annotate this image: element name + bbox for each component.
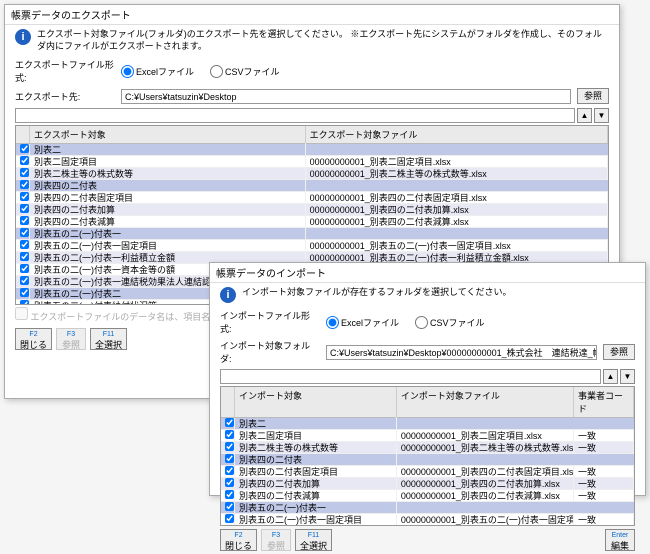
info-icon: i: [15, 29, 31, 45]
ref-button: F3参照: [56, 328, 86, 350]
folder-label: インポート対象フォルダ:: [220, 339, 320, 365]
row-checkbox[interactable]: [225, 430, 234, 439]
browse-button[interactable]: 参照: [577, 88, 609, 104]
radio-excel[interactable]: Excelファイル: [121, 65, 194, 78]
up-button[interactable]: ▲: [577, 108, 592, 123]
folder-path-input[interactable]: C:¥Users¥tatsuzin¥Desktop¥00000000001_株式…: [326, 345, 597, 360]
row-checkbox[interactable]: [20, 192, 29, 201]
row-checkbox[interactable]: [20, 276, 29, 285]
select-all-button[interactable]: F11全選択: [295, 529, 332, 551]
row-checkbox[interactable]: [225, 466, 234, 475]
dest-label: エクスポート先:: [15, 90, 115, 103]
row-checkbox[interactable]: [20, 288, 29, 297]
row-checkbox[interactable]: [20, 204, 29, 213]
row-checkbox[interactable]: [225, 442, 234, 451]
down-button[interactable]: ▼: [594, 108, 609, 123]
col-file: インポート対象ファイル: [397, 387, 574, 417]
row-checkbox[interactable]: [20, 180, 29, 189]
col-target: エクスポート対象: [30, 126, 306, 143]
filter-input[interactable]: [15, 108, 575, 123]
row-checkbox[interactable]: [225, 490, 234, 499]
col-code: 事業者コード: [574, 387, 634, 417]
filter-input[interactable]: [220, 369, 601, 384]
row-file: 00000000001_別表二株主等の株式数等.xlsx: [306, 167, 608, 180]
row-checkbox[interactable]: [225, 478, 234, 487]
ref-button: F3参照: [261, 529, 291, 551]
row-code: 一致: [574, 489, 634, 502]
row-checkbox[interactable]: [20, 156, 29, 165]
file-format-label: エクスポートファイル形式:: [15, 58, 115, 84]
row-file: 00000000001_別表四の二付表減算.xlsx: [306, 215, 608, 228]
col-target: インポート対象: [235, 387, 397, 417]
row-checkbox[interactable]: [20, 168, 29, 177]
export-title: 帳票データのエクスポート: [5, 5, 619, 25]
note-checkbox: [15, 307, 28, 320]
radio-csv[interactable]: CSVファイル: [210, 65, 280, 78]
col-file: エクスポート対象ファイル: [306, 126, 608, 143]
row-checkbox[interactable]: [20, 252, 29, 261]
row-checkbox[interactable]: [225, 418, 234, 427]
up-button[interactable]: ▲: [603, 369, 618, 384]
row-checkbox[interactable]: [20, 240, 29, 249]
file-format-label: インポートファイル形式:: [220, 309, 320, 335]
row-file: 00000000001_別表二株主等の株式数等.xlsx: [397, 441, 574, 454]
row-checkbox[interactable]: [20, 144, 29, 153]
row-code: 一致: [574, 441, 634, 454]
radio-excel[interactable]: Excelファイル: [326, 316, 399, 329]
row-file: 00000000001_別表四の二付表減算.xlsx: [397, 489, 574, 502]
row-checkbox[interactable]: [225, 454, 234, 463]
import-info-text: インポート対象ファイルが存在するフォルダを選択してください。: [242, 287, 511, 299]
edit-button[interactable]: Enter編集: [605, 529, 635, 551]
dest-path-input[interactable]: C:¥Users¥tatsuzin¥Desktop: [121, 89, 571, 104]
down-button[interactable]: ▼: [620, 369, 635, 384]
close-button[interactable]: F2閉じる: [15, 328, 52, 350]
row-checkbox[interactable]: [20, 216, 29, 225]
export-info-text: エクスポート対象ファイル(フォルダ)のエクスポート先を選択してください。 ※エク…: [37, 29, 609, 52]
select-all-button[interactable]: F11全選択: [90, 328, 127, 350]
row-checkbox[interactable]: [225, 502, 234, 511]
row-checkbox[interactable]: [225, 514, 234, 523]
row-checkbox[interactable]: [20, 228, 29, 237]
info-icon: i: [220, 287, 236, 303]
close-button[interactable]: F2閉じる: [220, 529, 257, 551]
browse-button[interactable]: 参照: [603, 344, 635, 360]
row-checkbox[interactable]: [20, 264, 29, 273]
import-window: 帳票データのインポート i インポート対象ファイルが存在するフォルダを選択してく…: [209, 262, 646, 496]
import-grid: インポート対象 インポート対象ファイル 事業者コード 別表二別表二固定項目000…: [220, 386, 635, 526]
import-title: 帳票データのインポート: [210, 263, 645, 283]
radio-csv[interactable]: CSVファイル: [415, 316, 485, 329]
